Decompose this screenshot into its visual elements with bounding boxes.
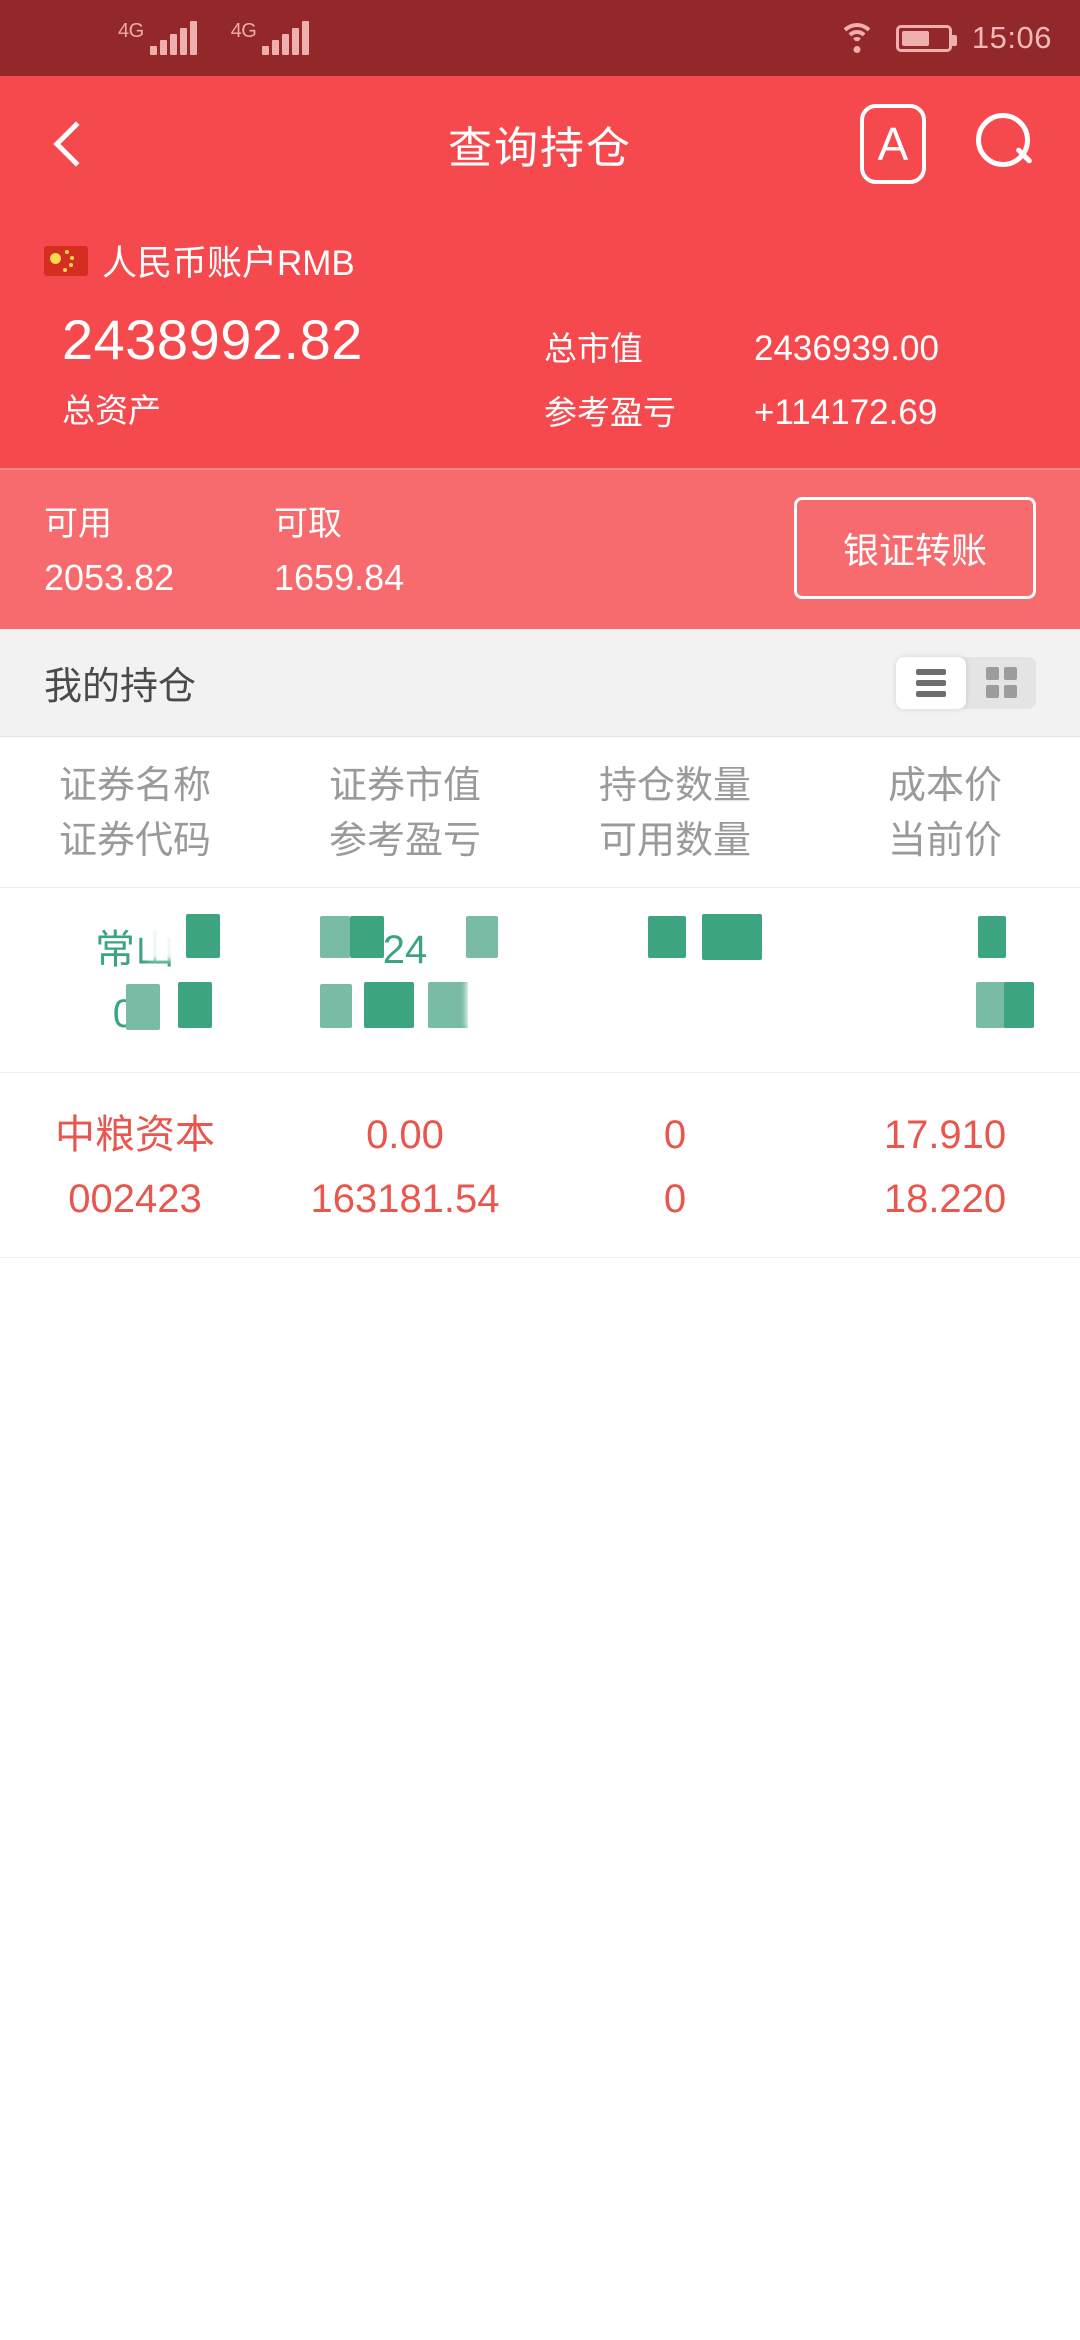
bank-securities-transfer-button[interactable]: 银证转账 bbox=[793, 496, 1036, 599]
list-view-button[interactable] bbox=[896, 656, 966, 709]
available-value: 2053.82 bbox=[44, 557, 175, 598]
view-mode-toggle[interactable] bbox=[896, 656, 1036, 709]
status-bar-clock: 15:06 bbox=[971, 20, 1052, 55]
row-market-value: 24 bbox=[382, 928, 428, 973]
status-bar: 4G 4G 15:06 bbox=[0, 0, 1080, 76]
row-market-value-cell: 0.00 163181.54 bbox=[270, 1103, 540, 1231]
table-row[interactable]: 中粮资本 002423 0.00 163181.54 0 0 17.910 18… bbox=[0, 1073, 1080, 1259]
grid-view-icon bbox=[985, 667, 1017, 698]
column-header-price: 成本价 当前价 bbox=[810, 759, 1080, 869]
row-quantity: 0 bbox=[663, 1113, 687, 1158]
table-row[interactable]: 常山 00 24 bbox=[0, 888, 1080, 1074]
total-assets-value: 2438992.82 bbox=[62, 308, 363, 371]
row-security-name: 常山 bbox=[95, 928, 175, 973]
row-price-cell bbox=[810, 918, 1080, 1046]
row-security-code: 00 bbox=[112, 992, 158, 1037]
row-pnl: 163181.54 bbox=[310, 1177, 500, 1222]
column-header-quantity-line2: 可用数量 bbox=[598, 820, 751, 863]
row-security-name: 中粮资本 bbox=[55, 1113, 215, 1158]
available-funds-block: 可用 2053.82 bbox=[44, 496, 274, 599]
column-header-market-value-line1: 证券市值 bbox=[328, 765, 481, 807]
status-bar-right: 15:06 bbox=[837, 20, 1052, 56]
sim1-network-label: 4G bbox=[118, 20, 144, 42]
total-assets-block: 2438992.82 总资产 bbox=[44, 308, 544, 432]
row-market-value-cell: 24 bbox=[270, 918, 540, 1046]
column-header-name-line2: 证券代码 bbox=[58, 820, 211, 863]
column-header-name: 证券名称 证券代码 bbox=[0, 759, 270, 869]
column-header-quantity: 持仓数量 可用数量 bbox=[540, 759, 810, 869]
market-value-label: 总市值 bbox=[544, 330, 643, 367]
sim2-signal-icon bbox=[262, 21, 310, 55]
row-price-cell: 17.910 18.220 bbox=[810, 1103, 1080, 1231]
row-quantity-cell bbox=[540, 918, 810, 1046]
column-header-name-line1: 证券名称 bbox=[58, 765, 211, 807]
available-label: 可用 bbox=[44, 505, 112, 543]
column-header-price-line2: 当前价 bbox=[887, 820, 1002, 863]
pnl-label: 参考盈亏 bbox=[544, 394, 676, 431]
row-current-price: 18.220 bbox=[883, 1177, 1007, 1222]
sim2-network-label: 4G bbox=[230, 20, 257, 42]
row-cost-price: 17.910 bbox=[883, 1113, 1007, 1158]
list-view-icon bbox=[916, 668, 946, 697]
row-available-quantity: 0 bbox=[663, 1177, 687, 1222]
market-value-row: 总市值 2436939.00 bbox=[544, 322, 1036, 370]
total-assets-label: 总资产 bbox=[62, 392, 161, 430]
row-security-code: 002423 bbox=[68, 1177, 202, 1222]
status-bar-left: 4G 4G bbox=[118, 21, 310, 55]
row-security-cell: 常山 00 bbox=[0, 918, 270, 1046]
account-selector[interactable]: 人民币账户RMB bbox=[44, 235, 1036, 286]
account-summary: 人民币账户RMB 2438992.82 总资产 总市值 2436939.00 参… bbox=[0, 211, 1080, 468]
funds-bar: 可用 2053.82 可取 1659.84 银证转账 bbox=[0, 468, 1080, 629]
font-size-icon[interactable]: A bbox=[860, 103, 926, 184]
navigation-actions: A bbox=[860, 103, 1036, 184]
withdrawable-value: 1659.84 bbox=[274, 557, 405, 598]
holdings-table-header: 证券名称 证券代码 证券市值 参考盈亏 持仓数量 可用数量 成本价 当前价 bbox=[0, 737, 1080, 889]
pnl-row: 参考盈亏 +114172.69 bbox=[544, 386, 1036, 434]
search-icon[interactable] bbox=[974, 112, 1036, 175]
sim2-indicator: 4G bbox=[231, 21, 310, 55]
holdings-section-title: 我的持仓 bbox=[44, 666, 197, 708]
totals-block: 2438992.82 总资产 总市值 2436939.00 参考盈亏 +1141… bbox=[44, 308, 1036, 434]
account-name: 人民币账户RMB bbox=[102, 244, 355, 283]
withdrawable-funds-block: 可取 1659.84 bbox=[274, 496, 504, 599]
row-quantity-cell: 0 0 bbox=[540, 1103, 810, 1231]
row-market-value: 0.00 bbox=[366, 1113, 444, 1158]
empty-list-area bbox=[0, 1258, 1080, 2340]
market-value-block: 总市值 2436939.00 参考盈亏 +114172.69 bbox=[544, 308, 1036, 434]
sim1-indicator: 4G bbox=[118, 21, 197, 55]
sim1-signal-icon bbox=[149, 21, 197, 55]
grid-view-button[interactable] bbox=[966, 657, 1036, 709]
pnl-amount: +114172.69 bbox=[754, 393, 938, 432]
column-header-quantity-line1: 持仓数量 bbox=[598, 765, 751, 807]
navigation-bar: 查询持仓 A bbox=[0, 76, 1080, 211]
app-screen: 4G 4G 15:06 查询持仓 A 人民币账户RMB 2438992.82 总… bbox=[0, 0, 1080, 2340]
column-header-market-value-line2: 参考盈亏 bbox=[328, 820, 481, 863]
back-chevron-icon[interactable] bbox=[44, 118, 96, 170]
china-flag-icon bbox=[44, 245, 88, 276]
holdings-section-bar: 我的持仓 bbox=[0, 629, 1080, 737]
wifi-icon bbox=[837, 23, 876, 53]
market-value-amount: 2436939.00 bbox=[754, 329, 939, 368]
column-header-market-value: 证券市值 参考盈亏 bbox=[270, 759, 540, 869]
column-header-price-line1: 成本价 bbox=[887, 765, 1002, 807]
withdrawable-label: 可取 bbox=[274, 505, 342, 543]
row-security-cell: 中粮资本 002423 bbox=[0, 1103, 270, 1231]
battery-icon bbox=[895, 24, 957, 52]
